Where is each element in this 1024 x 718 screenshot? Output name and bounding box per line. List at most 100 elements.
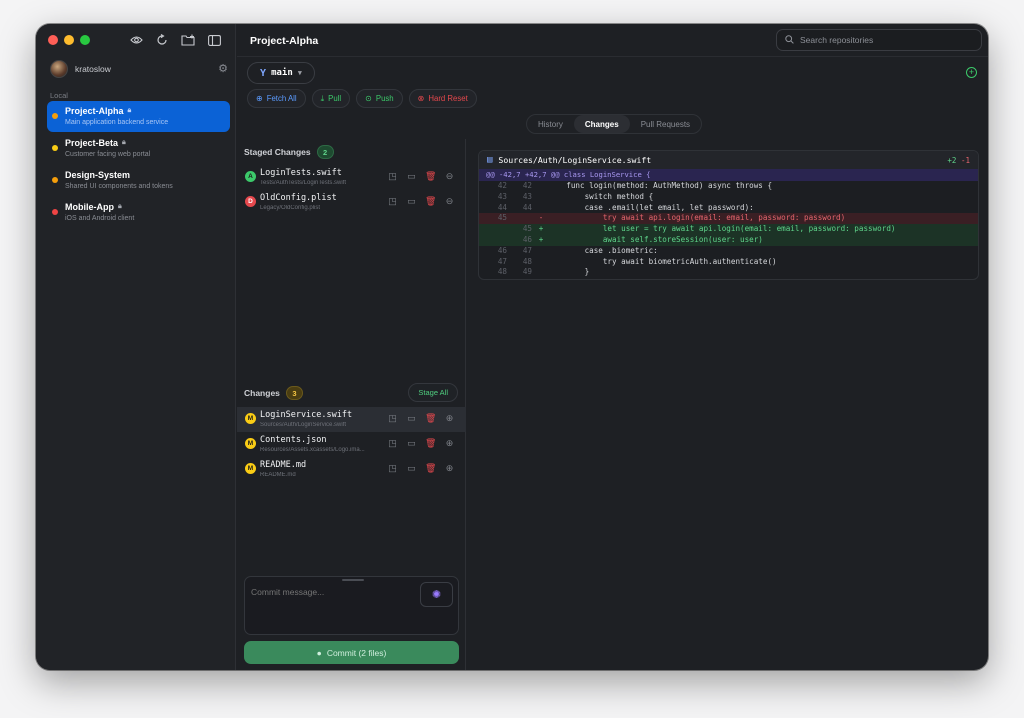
resize-handle[interactable] [342, 579, 364, 581]
open-file-icon[interactable]: ◳ [387, 171, 398, 182]
trash-icon[interactable]: 🗑︎ [425, 196, 436, 207]
new-line-number: 45 [522, 224, 532, 234]
changed-file-row[interactable]: M LoginService.swift Sources/Auth/LoginS… [237, 407, 466, 432]
diff-sign: + [538, 234, 544, 244]
open-file-icon[interactable]: ◳ [387, 196, 398, 207]
repo-status-dot [52, 177, 58, 183]
code-text: let user = try await api.login(email: em… [548, 224, 896, 234]
new-line-number: 44 [522, 202, 532, 212]
new-line-number: 47 [522, 245, 532, 255]
unstage-icon[interactable]: ⊖ [444, 196, 455, 207]
branch-selector[interactable]: Y main ▼ [247, 62, 315, 84]
push-button[interactable]: ⊙ Push [356, 89, 403, 108]
changed-file-row[interactable]: M Contents.json Resources/Assets.xcasset… [237, 432, 466, 457]
hunk-header: @@ -42,7 +42,7 @@ class LoginService { [479, 169, 978, 181]
diff-stats: +2 -1 [947, 155, 970, 165]
commit-message-box: ✺ [244, 576, 459, 635]
changed-file-row[interactable]: M README.md README.md ◳ ▭ 🗑︎ ⊕ [237, 457, 466, 482]
tab-history[interactable]: History [527, 115, 574, 133]
repo-item-design-system[interactable]: Design-System Shared UI components and t… [47, 165, 230, 196]
trash-icon[interactable]: 🗑︎ [425, 438, 436, 449]
staged-file-row[interactable]: A LoginTests.swift Tests/AuthTests/Login… [237, 165, 466, 190]
repo-name: Mobile-App [65, 202, 114, 212]
diff-file-path: Sources/Auth/LoginService.swift [498, 155, 652, 165]
pull-button[interactable]: ⤓ Pull [311, 89, 351, 108]
repo-name: Design-System [65, 170, 131, 180]
commit-message-input[interactable] [251, 587, 411, 597]
ai-generate-button[interactable]: ✺ [420, 582, 453, 607]
folder-icon[interactable]: ▭ [406, 196, 417, 207]
search-input[interactable]: Search repositories [800, 35, 873, 45]
minimize-window-button[interactable] [64, 35, 74, 45]
view-tabs: History Changes Pull Requests [526, 114, 703, 134]
old-line-number: 42 [497, 181, 507, 190]
pull-icon: ⤓ [320, 93, 325, 103]
unstage-icon[interactable]: ⊖ [444, 171, 455, 182]
diff-line: 43 43 switch method { [479, 192, 978, 203]
tab-pull-requests[interactable]: Pull Requests [630, 115, 701, 133]
changes-header: Changes 3 [244, 386, 303, 400]
hard-reset-button[interactable]: ⊗ Hard Reset [408, 89, 477, 108]
branch-icon: Y [260, 67, 267, 79]
action-bar: ⊕ Fetch All ⤓ Pull ⊙ Push ⊗ Hard Reset [247, 89, 477, 108]
repo-item-mobile-app[interactable]: Mobile-App 🔒︎ iOS and Android client [47, 197, 230, 228]
new-folder-icon[interactable] [180, 33, 196, 47]
stage-icon[interactable]: ⊕ [444, 463, 455, 474]
repo-item-project-alpha[interactable]: Project-Alpha 🔒︎ Main application backend… [47, 101, 230, 132]
code-text: switch method { [548, 191, 654, 201]
changes-count-badge: 3 [285, 386, 303, 400]
tab-changes[interactable]: Changes [573, 115, 630, 133]
commit-button[interactable]: ● Commit (2 files) [244, 641, 459, 664]
diff-sign: + [538, 224, 544, 234]
title-bar: Project-Alpha Search repositories [237, 24, 988, 57]
commit-icon: ● [316, 647, 322, 658]
code-text: case .email(let email, let password): [548, 202, 754, 212]
zoom-window-button[interactable] [80, 35, 90, 45]
stage-all-button[interactable]: Stage All [408, 383, 458, 402]
stage-icon[interactable]: ⊕ [444, 438, 455, 449]
old-line-number: 44 [497, 202, 507, 212]
new-line-number [507, 213, 532, 224]
open-file-icon[interactable]: ◳ [387, 413, 398, 424]
open-file-icon[interactable]: ◳ [387, 463, 398, 474]
avatar[interactable] [50, 60, 68, 78]
branch-name: main [271, 68, 293, 78]
code-text: await self.storeSession(user: user) [548, 234, 763, 244]
file-name: OldConfig.plist [260, 193, 337, 203]
trash-icon[interactable]: 🗑︎ [425, 171, 436, 182]
refresh-icon[interactable] [154, 33, 170, 47]
folder-icon[interactable]: ▭ [406, 463, 417, 474]
file-path: Tests/AuthTests/LoginTests.swift [260, 180, 347, 186]
old-line-number [479, 224, 507, 235]
open-file-icon[interactable]: ◳ [387, 438, 398, 449]
repo-status-dot [52, 145, 58, 151]
search-box[interactable]: Search repositories [776, 29, 982, 51]
stage-icon[interactable]: ⊕ [444, 413, 455, 424]
gear-icon[interactable]: ⚙ [218, 62, 228, 75]
code-text: func login(method: AuthMethod) async thr… [548, 181, 773, 190]
trash-icon[interactable]: 🗑︎ [425, 413, 436, 424]
repo-name: Project-Beta [65, 138, 119, 148]
close-window-button[interactable] [48, 35, 58, 45]
new-line-number: 48 [522, 256, 532, 266]
fetch-icon: ⊕ [256, 94, 263, 103]
sidebar: kratoslow ⚙ Local Project-Alpha 🔒︎ Main a… [36, 24, 236, 670]
staged-file-row[interactable]: D OldConfig.plist Legacy/OldConfig.plist… [237, 190, 466, 215]
trash-icon[interactable]: 🗑︎ [425, 463, 436, 474]
file-path: Legacy/OldConfig.plist [260, 205, 321, 211]
file-path: Sources/Auth/LoginService.swift [260, 422, 347, 428]
fetch-all-button[interactable]: ⊕ Fetch All [247, 89, 306, 108]
document-icon: ▤ [487, 155, 493, 165]
add-circle-icon[interactable]: + [966, 67, 977, 78]
diff-line: 42 42 func login(method: AuthMethod) asyn… [479, 181, 978, 192]
folder-icon[interactable]: ▭ [406, 438, 417, 449]
diff-sign [534, 203, 548, 214]
repo-item-project-beta[interactable]: Project-Beta 🔒︎ Customer facing web porta… [47, 133, 230, 164]
folder-icon[interactable]: ▭ [406, 171, 417, 182]
sidebar-toggle-icon[interactable] [206, 33, 222, 47]
file-path: README.md [260, 472, 296, 478]
folder-icon[interactable]: ▭ [406, 413, 417, 424]
eye-icon[interactable] [128, 33, 144, 47]
section-label-local: Local [50, 91, 68, 100]
diff-line: 48 49 } [479, 267, 978, 278]
